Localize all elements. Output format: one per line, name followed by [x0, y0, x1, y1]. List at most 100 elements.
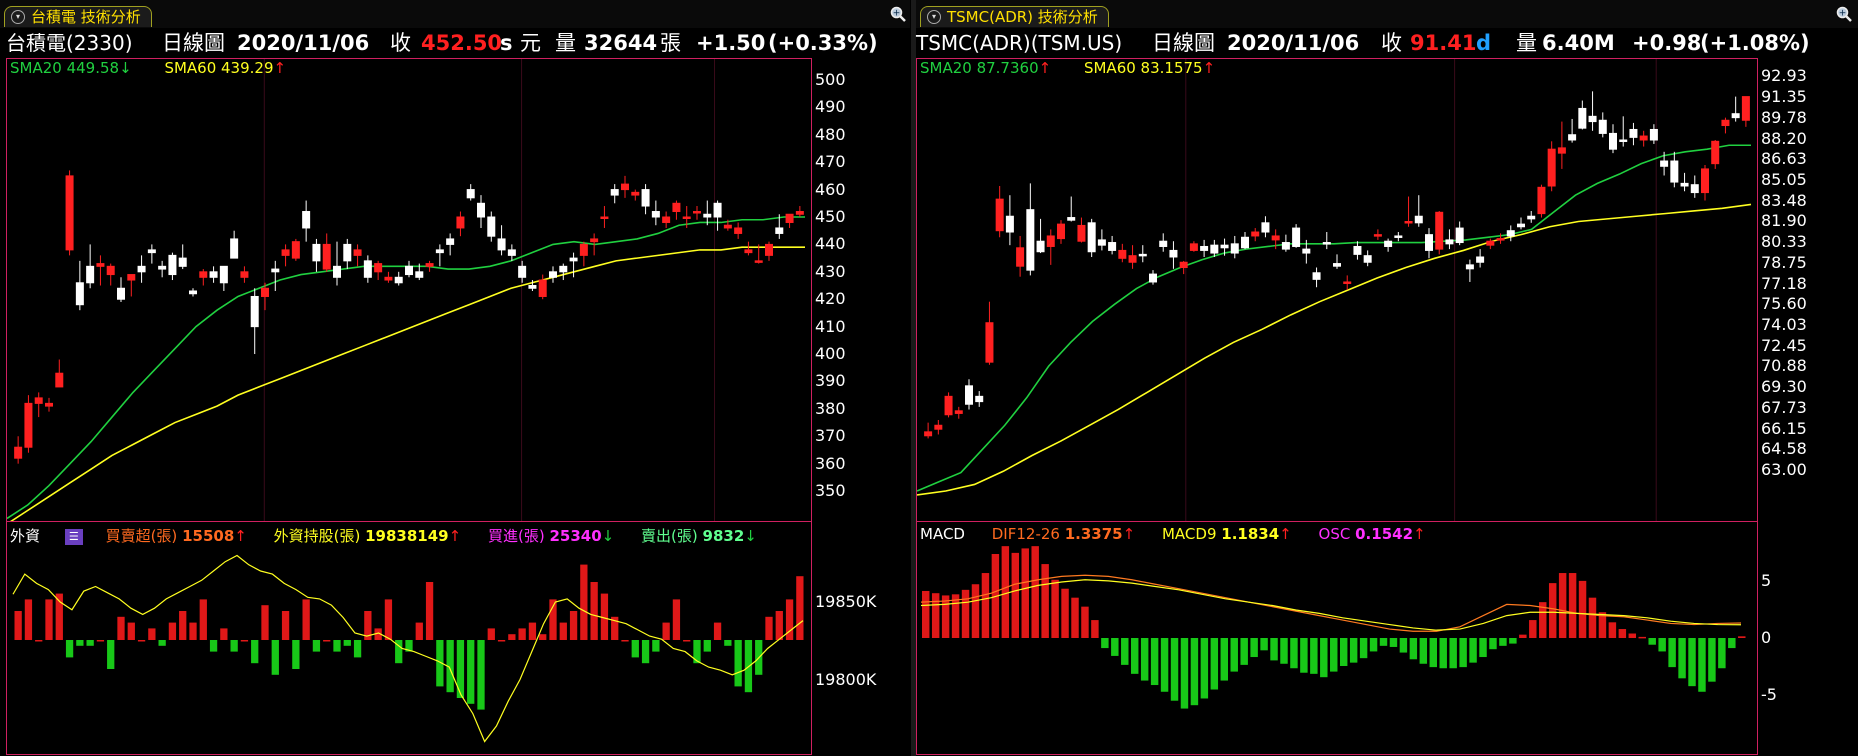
candle-body [734, 227, 743, 234]
list-icon[interactable]: ☰ [64, 528, 83, 545]
hold-label: 外資持股(張) [273, 527, 361, 545]
net-bar [559, 622, 567, 640]
candle-body [34, 397, 43, 404]
net-bar [641, 640, 650, 664]
candle-body [1506, 230, 1515, 237]
sma20-line [7, 216, 805, 520]
macd-label: MACD [920, 525, 965, 543]
candle-body [1312, 272, 1321, 280]
left-tab-title: 台積電 技術分析 [31, 8, 141, 26]
osc-bar [1001, 546, 1010, 638]
candle-body [693, 211, 701, 214]
net-bar [713, 622, 722, 640]
svg-text:+: + [1839, 9, 1847, 19]
osc-bar [981, 573, 990, 638]
right-macd-chart[interactable] [917, 522, 1757, 754]
osc-bar [941, 595, 950, 638]
candle-body [1159, 240, 1168, 247]
price-flag: s [500, 31, 513, 55]
osc-bar [1150, 638, 1159, 686]
right-price-chart[interactable] [917, 59, 1757, 521]
net-bar [230, 640, 238, 652]
arrow-up-icon: ↑ [1122, 525, 1136, 543]
candle-body [374, 263, 383, 273]
price-tick-label: 66.15 [1761, 418, 1807, 438]
candle-body [240, 271, 249, 278]
candle-body [1373, 234, 1382, 237]
candle-body [1210, 244, 1219, 254]
price-tick-label: 450 [815, 207, 846, 226]
osc-bar [1349, 638, 1358, 663]
arrow-down-icon: ↓ [601, 527, 615, 545]
volume-value: 32644 [584, 31, 658, 55]
candle-body [1118, 249, 1127, 259]
volume-unit: 張 [660, 31, 681, 55]
close-label: 收 [1381, 31, 1402, 55]
osc-bar [1170, 638, 1179, 701]
candle-body [1036, 240, 1045, 253]
osc-bar [1051, 579, 1059, 638]
right-lower-tick-1: 5 [1761, 571, 1772, 590]
left-foreign-chart[interactable] [7, 522, 811, 754]
candle-body [466, 189, 475, 199]
candle-body [343, 243, 352, 262]
candle-body [1220, 244, 1229, 249]
candle-body [312, 243, 321, 262]
candle-body [590, 238, 599, 243]
right-tabbar: ▾ TSMC(ADR) 技術分析 + [916, 0, 1858, 28]
chevron-down-icon[interactable]: ▾ [927, 10, 941, 24]
candle-body [1721, 119, 1730, 127]
left-tab[interactable]: ▾ 台積電 技術分析 [4, 6, 152, 27]
candle-body [1639, 135, 1648, 141]
candle-body [1649, 128, 1658, 141]
candle-body [1128, 255, 1137, 263]
candle-body [1077, 224, 1086, 242]
osc-bar [1558, 573, 1567, 638]
price-tick-label: 78.75 [1761, 252, 1807, 272]
zoom-icon[interactable]: + [890, 6, 906, 22]
net-bar [292, 640, 300, 669]
candle-body [559, 265, 568, 273]
close-price: 452.50 [421, 31, 503, 55]
candle-body [610, 189, 619, 196]
candle-body [24, 402, 33, 448]
chevron-down-icon[interactable]: ▾ [11, 10, 25, 24]
net-bar [518, 628, 526, 640]
net-bar [14, 611, 22, 640]
net-bar [590, 582, 598, 640]
candle-body [302, 211, 311, 229]
net-bar [117, 616, 125, 640]
osc-bar [922, 590, 930, 638]
candle-body [1333, 263, 1341, 267]
osc-bar [1021, 548, 1029, 638]
price-tick-label: 81.90 [1761, 211, 1807, 231]
zoom-icon[interactable]: + [1836, 6, 1852, 22]
candle-body [117, 287, 125, 300]
net-bar [652, 640, 660, 652]
candle-body [651, 211, 660, 218]
candle-body [435, 249, 444, 254]
osc-bar [1698, 638, 1706, 692]
osc-bar [1011, 552, 1020, 638]
candle-body [1067, 217, 1076, 221]
candle-body [765, 243, 773, 256]
price-tick-label: 63.00 [1761, 459, 1807, 479]
osc-bar [1718, 638, 1726, 669]
candle-body [1527, 215, 1536, 220]
osc-bar [1638, 636, 1646, 639]
candle-body [1486, 240, 1495, 246]
net-bar [415, 622, 423, 640]
osc-bar [1280, 638, 1288, 664]
candle-body [127, 274, 136, 281]
candle-body [1660, 160, 1669, 167]
chart-kind: 日線圖 [1152, 31, 1215, 55]
right-tab[interactable]: ▾ TSMC(ADR) 技術分析 [920, 6, 1109, 27]
osc-bar [1688, 638, 1696, 687]
candle-body [456, 216, 465, 229]
left-price-chart[interactable] [7, 59, 811, 521]
stock-name: TSMC(ADR)(TSM.US) [916, 31, 1123, 55]
osc-bar [1290, 638, 1298, 669]
net-bar [209, 640, 218, 652]
net-bar [580, 564, 588, 640]
sma60-line [10, 246, 805, 521]
